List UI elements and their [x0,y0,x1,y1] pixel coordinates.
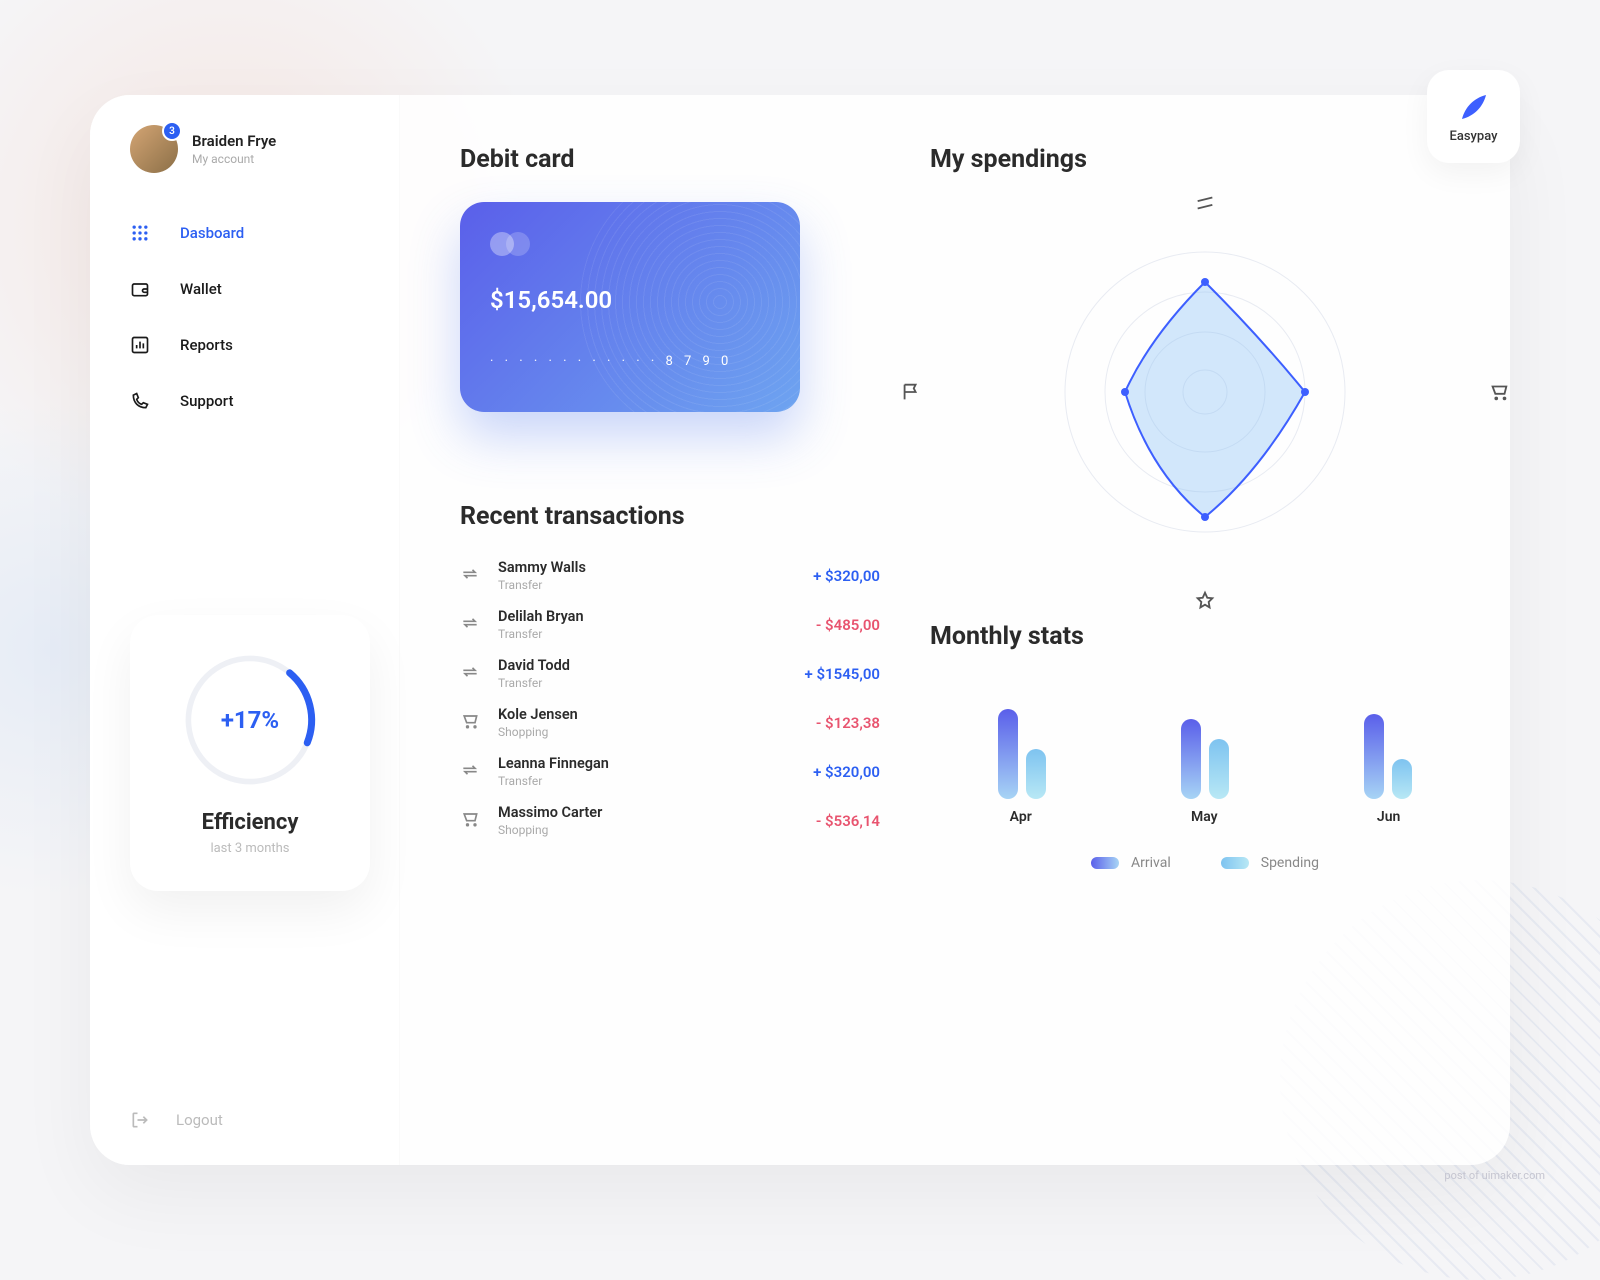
transaction-name: Delilah Bryan [498,608,798,625]
monthly-chart: Apr May Jun Arrival Spending [930,679,1480,871]
star-icon [1194,590,1216,612]
transaction-row[interactable]: Delilah Bryan Transfer - $485,00 [460,608,880,641]
transaction-row[interactable]: Sammy Walls Transfer + $320,00 [460,559,880,592]
cart-icon [460,809,480,833]
nav-label: Reports [180,336,233,354]
profile[interactable]: 3 Braiden Frye My account [130,125,369,173]
transaction-amount: - $536,14 [816,812,880,830]
mastercard-icon [490,232,770,256]
nav-item-support[interactable]: Support [130,391,369,411]
efficiency-title: Efficiency [150,810,350,835]
logout-label: Logout [176,1111,223,1129]
chart-icon [130,335,150,355]
transaction-amount: - $485,00 [816,616,880,634]
rocket-icon [1456,89,1492,125]
transaction-row[interactable]: Massimo Carter Shopping - $536,14 [460,804,880,837]
transactions-list: Sammy Walls Transfer + $320,00 Delilah Brya… [460,559,880,837]
transaction-name: Massimo Carter [498,804,798,821]
month-group [1364,714,1412,799]
transaction-name: Leanna Finnegan [498,755,795,772]
transaction-row[interactable]: Leanna Finnegan Transfer + $320,00 [460,755,880,788]
efficiency-card: +17% Efficiency last 3 months [130,615,370,891]
transfer-icon [460,760,480,784]
transfer-icon [460,662,480,686]
wallet-icon [130,279,150,299]
transaction-name: Sammy Walls [498,559,795,576]
transaction-name: Kole Jensen [498,706,798,723]
transaction-type: Transfer [498,578,795,592]
bar-arrival [998,709,1018,799]
nav-item-reports[interactable]: Reports [130,335,369,355]
nav-label: Dasboard [180,224,244,242]
bar-spending [1209,739,1229,799]
transaction-type: Transfer [498,774,795,788]
profile-subtitle: My account [192,152,276,166]
brand-badge: Easypay [1427,70,1520,163]
cart-icon [460,711,480,735]
transaction-type: Transfer [498,627,798,641]
month-label: May [1191,809,1218,825]
transfer-icon [460,613,480,637]
avatar-badge: 3 [162,121,182,141]
cart-icon [1488,381,1510,403]
month-group [1181,719,1229,799]
profile-name: Braiden Frye [192,132,276,150]
month-label: Apr [1010,809,1032,825]
nav-label: Wallet [180,280,222,298]
grid-icon [130,223,150,243]
efficiency-subtitle: last 3 months [150,841,350,856]
avatar: 3 [130,125,178,173]
transaction-type: Shopping [498,725,798,739]
nav-item-dashboard[interactable]: Dasboard [130,223,369,243]
nav-label: Support [180,392,233,410]
transaction-amount: - $123,38 [816,714,880,732]
phone-icon [130,391,150,411]
transfer-icon [460,564,480,588]
efficiency-ring: +17% [180,650,320,790]
transaction-row[interactable]: Kole Jensen Shopping - $123,38 [460,706,880,739]
watermark: post of uimaker.com [1444,1169,1545,1182]
logout-icon [130,1110,150,1130]
main: Debit card $15,654.00 · · · · · · · · · … [400,95,1510,1165]
bar-arrival [1181,719,1201,799]
transaction-type: Shopping [498,823,798,837]
bar-arrival [1364,714,1384,799]
spendings-chart [930,202,1480,582]
debit-heading: Debit card [460,145,880,174]
card-balance: $15,654.00 [490,286,770,314]
transaction-amount: + $320,00 [813,567,880,585]
logout-button[interactable]: Logout [130,1110,223,1130]
bar-spending [1026,749,1046,799]
transfer-icon [1194,192,1216,214]
sidebar: 3 Braiden Frye My account Dasboard Walle… [90,95,400,1165]
legend-spending: Spending [1221,855,1319,871]
legend-arrival: Arrival [1091,855,1171,871]
nav: Dasboard Wallet Reports Support [130,223,369,411]
bar-spending [1392,759,1412,799]
month-group [998,709,1046,799]
efficiency-value: +17% [180,650,320,790]
spendings-heading: My spendings [930,145,1480,174]
transaction-row[interactable]: David Todd Transfer + $1545,00 [460,657,880,690]
transaction-name: David Todd [498,657,787,674]
transaction-amount: + $320,00 [813,763,880,781]
transactions-heading: Recent transactions [460,502,880,531]
brand-name: Easypay [1450,129,1498,144]
flag-icon [900,381,922,403]
debit-card[interactable]: $15,654.00 · · · · · · · · · · · · 8 7 9… [460,202,800,412]
transaction-type: Transfer [498,676,787,690]
monthly-heading: Monthly stats [930,622,1480,651]
transaction-amount: + $1545,00 [805,665,880,683]
month-label: Jun [1377,809,1400,825]
card-number: · · · · · · · · · · · · 8 7 9 0 [490,354,770,369]
nav-item-wallet[interactable]: Wallet [130,279,369,299]
